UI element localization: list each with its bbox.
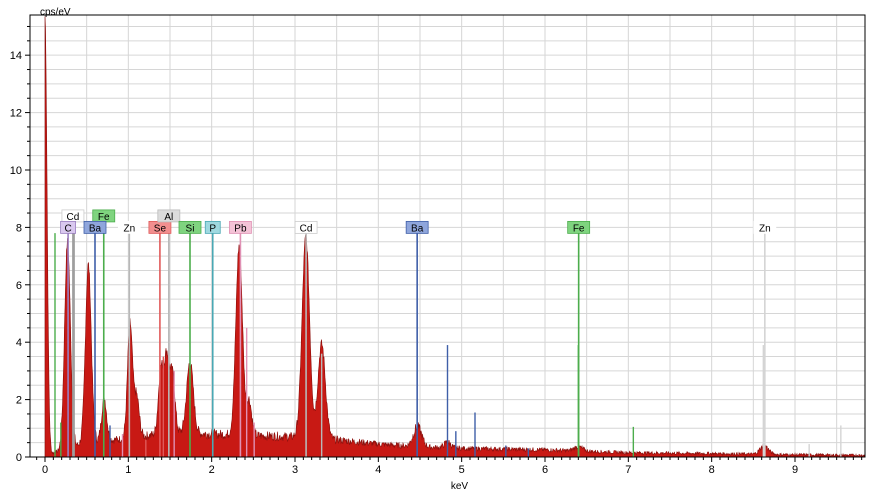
x-tick-label: 7	[625, 464, 631, 476]
element-label-cd: Cd	[61, 209, 85, 223]
eds-spectrum-chart: Cd FeC Ba Zn SeAlSi P Pb Cd Ba Fe Zn 0123456789 02…	[10, 7, 866, 492]
element-label-text: Ba	[411, 223, 424, 234]
y-tick-label: 0	[16, 452, 22, 464]
element-label-c: C	[60, 220, 76, 234]
x-tick-label: 9	[792, 464, 798, 476]
element-label-text: C	[64, 223, 71, 234]
element-label-al: Al	[157, 209, 181, 223]
element-label-zn: Zn	[753, 220, 777, 234]
y-tick-label: 10	[10, 165, 22, 177]
element-label-pb: Pb	[229, 220, 252, 234]
spectrum-area	[44, 16, 865, 458]
element-label-text: P	[209, 223, 216, 234]
element-label-text: Zn	[759, 223, 771, 234]
x-tick-label: 6	[542, 464, 548, 476]
y-tick-label: 8	[16, 222, 22, 234]
x-tick-label: 5	[459, 464, 465, 476]
element-label-si: Si	[178, 220, 202, 234]
element-label-text: Al	[164, 212, 173, 223]
x-tick-label: 4	[375, 464, 381, 476]
x-axis-title: keV	[451, 481, 469, 492]
y-axis-title: cps/eV	[40, 7, 71, 18]
element-label-ba: Ba	[83, 220, 107, 234]
x-tick-label: 2	[209, 464, 215, 476]
element-label-ba: Ba	[405, 220, 429, 234]
y-tick-label: 12	[10, 108, 22, 120]
element-label-se: Se	[148, 220, 172, 234]
y-tick-label: 6	[16, 280, 22, 292]
element-label-zn: Zn	[117, 220, 141, 234]
element-label-text: Ba	[89, 223, 102, 234]
spectrum	[44, 16, 865, 458]
element-label-fe: Fe	[567, 220, 591, 234]
x-tick-label: 1	[125, 464, 131, 476]
element-label-text: Se	[154, 223, 167, 234]
element-label-text: Pb	[234, 223, 247, 234]
y-tick-label: 4	[16, 337, 22, 349]
y-tick-label: 2	[16, 395, 22, 407]
x-tick-label: 0	[42, 464, 48, 476]
element-label-p: P	[204, 220, 221, 234]
element-label-text: Zn	[123, 223, 135, 234]
x-axis: 0 1 2 3 4 5 6 7 8 9	[36, 457, 863, 476]
element-label-fe: Fe	[92, 209, 116, 223]
x-tick-label: 8	[709, 464, 715, 476]
element-label-text: Cd	[300, 223, 313, 234]
element-label-cd: Cd	[294, 220, 318, 234]
x-tick-label: 3	[292, 464, 298, 476]
element-label-text: Fe	[573, 223, 585, 234]
element-labels: Cd FeC Ba Zn SeAlSi P Pb Cd Ba Fe Zn	[60, 209, 777, 234]
element-label-text: Si	[186, 223, 195, 234]
y-axis: 0 2 4 6 8 10 12 14	[10, 25, 30, 464]
y-tick-label: 14	[10, 50, 22, 62]
